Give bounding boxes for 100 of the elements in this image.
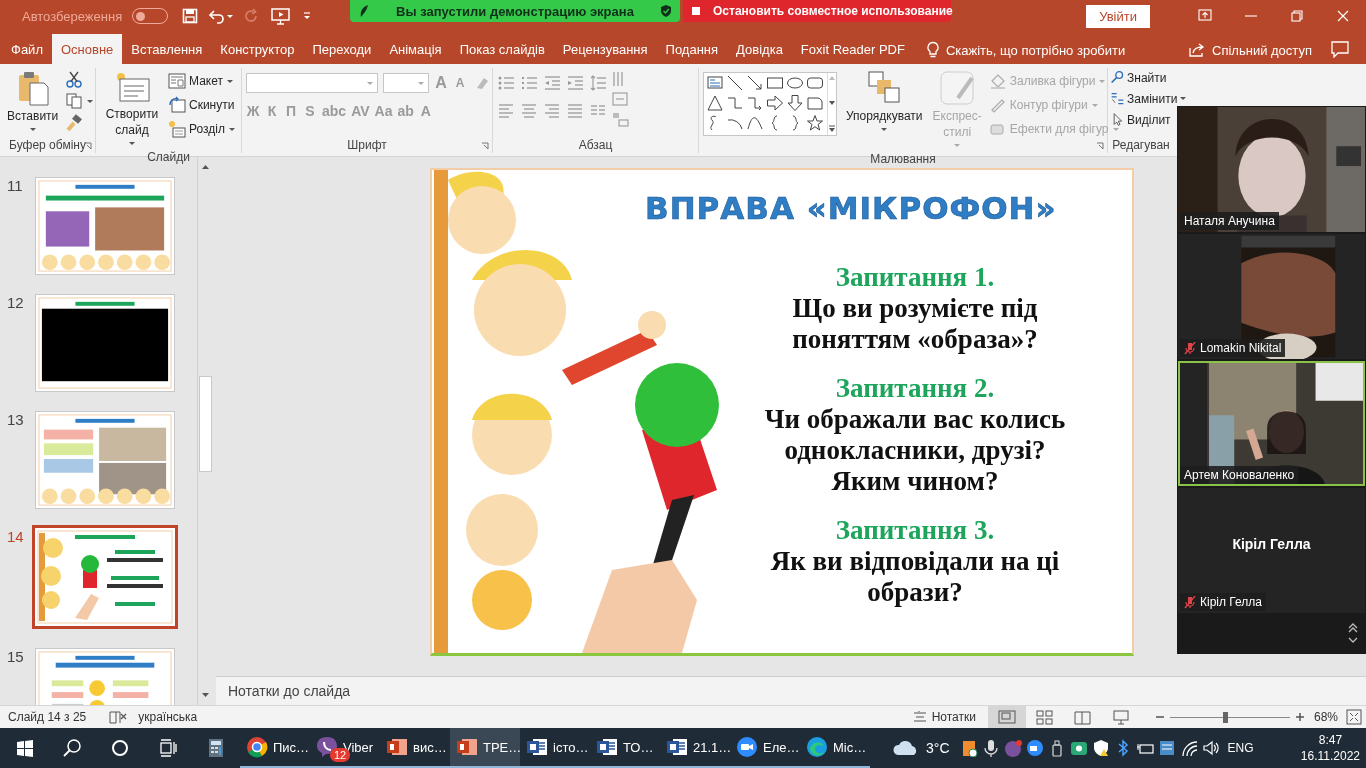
oval-icon[interactable] — [786, 74, 804, 92]
zoom-in-icon[interactable] — [1295, 713, 1304, 721]
dialog-launcher-icon[interactable] — [481, 142, 489, 150]
slides-menu-button[interactable]: Скинути — [168, 94, 236, 116]
scroll-thumb[interactable] — [199, 376, 212, 472]
start-icon[interactable] — [14, 738, 34, 758]
triangle-icon[interactable] — [706, 94, 724, 112]
scroll-down-icon[interactable] — [828, 100, 836, 106]
rounded-rectangle-icon[interactable] — [806, 74, 824, 92]
ribbon-tab[interactable]: Файл — [2, 36, 52, 64]
format-painter-icon[interactable] — [65, 114, 84, 132]
save-icon[interactable] — [182, 8, 199, 24]
ribbon-tab[interactable]: Подання — [656, 36, 728, 64]
down-arrow-icon[interactable] — [786, 94, 804, 112]
caret-icon[interactable] — [128, 140, 136, 147]
ribbon-tab[interactable]: Переходи — [303, 36, 381, 64]
slides-menu-button[interactable]: Розділ — [168, 118, 236, 140]
copy-icon[interactable] — [65, 92, 84, 110]
caret-icon[interactable] — [225, 77, 234, 85]
zoom-out-icon[interactable] — [1155, 713, 1164, 721]
restore-icon[interactable] — [1288, 7, 1306, 25]
ribbon-tab[interactable]: Основне — [51, 34, 123, 64]
taskbar-app[interactable]: істо… — [520, 728, 590, 768]
notes-field[interactable]: Нотатки до слайда — [216, 676, 1366, 705]
tell-me-search[interactable]: Скажіть, що потрібно зробити — [917, 36, 1134, 64]
microphone-icon[interactable] — [981, 739, 1000, 757]
star-icon[interactable] — [806, 114, 824, 132]
ribbon-tab[interactable]: Foxit Reader PDF — [791, 36, 914, 64]
right-arrow-icon[interactable] — [766, 94, 784, 112]
line-icon[interactable] — [726, 74, 744, 92]
cut-icon[interactable] — [65, 70, 84, 88]
taskbar-app[interactable]: ТРЕ… — [450, 728, 520, 768]
zoom-percent[interactable]: 68% — [1313, 710, 1338, 724]
snip-shape-icon[interactable] — [806, 94, 824, 112]
view-button[interactable] — [987, 706, 1026, 728]
taskbar-app[interactable]: ТО… — [590, 728, 660, 768]
network-icon[interactable] — [1157, 739, 1176, 757]
stop-share-button[interactable]: Остановить совместное использование — [683, 0, 951, 22]
dialog-launcher-icon[interactable] — [1096, 142, 1104, 150]
app-icon[interactable] — [1069, 739, 1088, 757]
fit-to-window-icon[interactable] — [1346, 709, 1362, 725]
shield-warning-icon[interactable] — [1091, 739, 1110, 757]
sign-in-button[interactable]: Увійти — [1086, 4, 1150, 28]
undo-icon[interactable] — [208, 8, 227, 24]
line-spacing-icon[interactable] — [589, 74, 607, 92]
ribbon-tab[interactable]: Анімація — [380, 36, 451, 64]
more-icon[interactable] — [828, 125, 836, 133]
language-label[interactable]: українська — [138, 710, 198, 724]
video-call-icon[interactable] — [1025, 739, 1044, 757]
ribbon-tab[interactable]: Конструктор — [211, 36, 304, 64]
calculator-icon[interactable] — [206, 738, 226, 758]
slide-thumbnail[interactable] — [35, 177, 175, 275]
slide-thumbnail[interactable] — [32, 525, 178, 629]
numbering-icon[interactable] — [520, 74, 538, 92]
clock[interactable]: 8:47 16.11.2022 — [1300, 732, 1360, 764]
arrange-button[interactable]: Упорядкувати — [843, 68, 926, 151]
caret-icon[interactable] — [86, 97, 95, 105]
spell-check-icon[interactable] — [108, 709, 129, 725]
slides-menu-button[interactable]: Макет — [168, 70, 236, 92]
search-icon[interactable] — [62, 738, 82, 758]
arrow-icon[interactable] — [746, 74, 764, 92]
slider-thumb[interactable] — [1223, 711, 1229, 723]
paste-button[interactable]: Вставити — [4, 68, 62, 137]
scroll-down-icon[interactable] — [201, 691, 210, 699]
taskbar-app[interactable]: Пис… — [240, 728, 310, 768]
dialog-launcher-icon[interactable] — [84, 142, 92, 150]
curve-icon[interactable] — [746, 114, 764, 132]
slideshow-icon[interactable] — [270, 7, 293, 25]
caret-icon[interactable] — [227, 125, 236, 133]
caret-icon[interactable] — [226, 12, 235, 20]
ribbon-tab[interactable]: Довідка — [727, 36, 792, 64]
scroll-up-icon[interactable] — [201, 163, 210, 171]
slide-thumbnail[interactable] — [35, 411, 175, 509]
caret-icon[interactable] — [880, 126, 889, 133]
customize-icon[interactable] — [302, 11, 313, 21]
taskbar-app[interactable]: Mic… — [800, 728, 870, 768]
task-view-icon[interactable] — [158, 738, 178, 758]
cortana-icon[interactable] — [110, 738, 130, 758]
taskbar-app[interactable]: 21.1… — [660, 728, 730, 768]
rectangle-icon[interactable] — [766, 74, 784, 92]
font-name-field[interactable] — [246, 73, 378, 93]
new-slide-button[interactable]: Створити слайд — [100, 68, 164, 149]
ribbon-tab[interactable]: Показ слайдів — [450, 36, 554, 64]
wifi-icon[interactable] — [1179, 739, 1198, 757]
bullets-icon[interactable] — [497, 74, 515, 92]
taskbar-app[interactable]: Еле… — [730, 728, 800, 768]
scroll-arrows-icon[interactable] — [1347, 622, 1359, 644]
input-language[interactable]: ENG — [1227, 741, 1254, 755]
volume-icon[interactable] — [1201, 739, 1220, 757]
share-button[interactable]: Спільний доступ — [1180, 36, 1320, 64]
caret-icon[interactable] — [28, 126, 37, 133]
chat-bubble-icon[interactable] — [1003, 739, 1022, 757]
weather-widget[interactable]: 3°C — [892, 739, 950, 757]
ribbon-tab[interactable]: Рецензування — [553, 36, 657, 64]
caret-icon[interactable] — [1179, 95, 1188, 102]
slide-thumbnail[interactable] — [35, 294, 175, 392]
scrollbar[interactable] — [197, 157, 213, 705]
font-size-field[interactable] — [383, 73, 429, 93]
ribbon-tab[interactable]: Вставлення — [122, 36, 212, 64]
comment-icon[interactable] — [1330, 40, 1350, 58]
